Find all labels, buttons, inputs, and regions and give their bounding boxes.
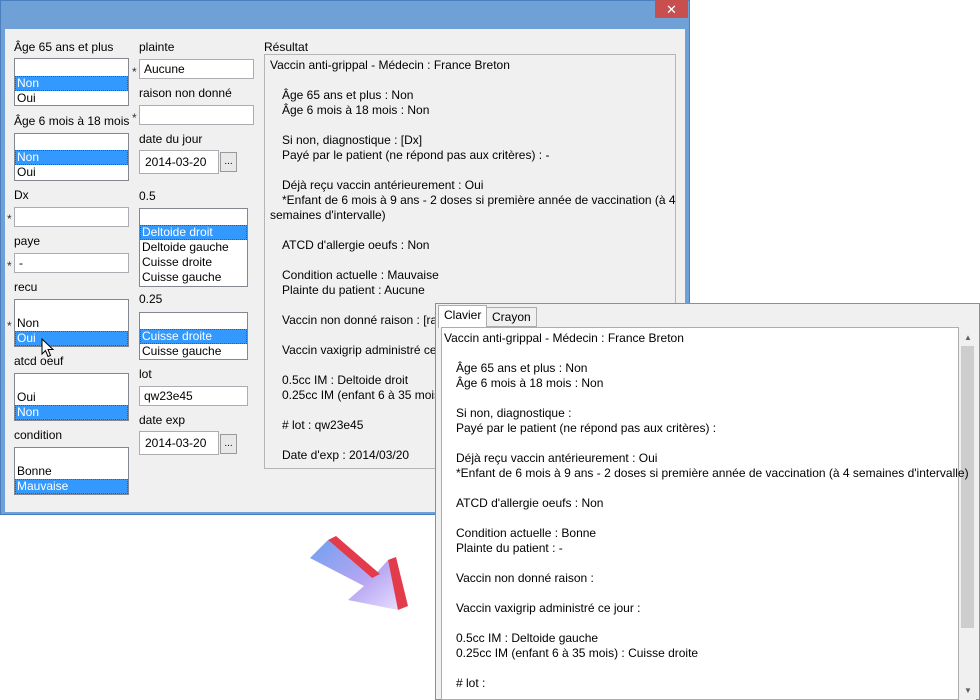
paye-label: paye [14, 234, 41, 248]
output-line: Payé par le patient (ne répond pas aux c… [456, 421, 717, 435]
result-line: Âge 65 ans et plus : Non [282, 88, 414, 102]
recu-listbox[interactable]: Non Oui [14, 299, 129, 347]
site025-label: 0.25 [139, 292, 163, 306]
output-line: Âge 6 mois à 18 mois : Non [456, 376, 604, 390]
site025-listbox[interactable]: Cuisse droite Cuisse gauche [139, 312, 248, 360]
recu-required-mark: * [7, 319, 12, 333]
result-label: Résultat [264, 40, 309, 54]
result-line: 0.5cc IM : Deltoide droit [282, 373, 409, 387]
date-exp-calendar-button[interactable]: ... [220, 434, 237, 454]
result-line: *Enfant de 6 mois à 9 ans - 2 doses si p… [282, 193, 676, 207]
age6-label: Âge 6 mois à 18 mois [14, 114, 130, 128]
date-jour-label: date du jour [139, 132, 203, 146]
atcd-listbox[interactable]: Oui Non [14, 373, 129, 421]
output-line: Vaccin non donné raison : [456, 571, 594, 585]
result-line: Plainte du patient : Aucune [282, 283, 425, 297]
lot-label: lot [139, 367, 152, 381]
scroll-down-icon[interactable]: ▼ [964, 686, 972, 695]
age6-option-oui[interactable]: Oui [15, 165, 128, 180]
output-line: # lot : [456, 676, 486, 690]
lot-input[interactable]: qw23e45 [139, 386, 248, 406]
plainte-label: plainte [139, 40, 175, 54]
output-line: Déjà reçu vaccin antérieurement : Oui [456, 451, 658, 465]
output-line: *Enfant de 6 mois à 9 ans - 2 doses si p… [456, 466, 969, 480]
site05-option-deltoide-gauche[interactable]: Deltoide gauche [140, 240, 247, 255]
site05-label: 0.5 [139, 189, 156, 203]
tab-crayon[interactable]: Crayon [486, 307, 537, 327]
dx-required-mark: * [7, 212, 12, 226]
date-jour-picker[interactable]: 2014-03-20 [139, 150, 219, 174]
output-line: 0.25cc IM (enfant 6 à 35 mois) : Cuisse … [456, 646, 699, 660]
scrollbar-thumb[interactable] [961, 346, 974, 628]
close-icon[interactable]: ✕ [655, 0, 688, 18]
raison-required-mark: * [132, 111, 137, 125]
scroll-up-icon[interactable]: ▲ [964, 333, 972, 342]
result-line: Déjà reçu vaccin antérieurement : Oui [282, 178, 484, 192]
condition-option-mauvaise[interactable]: Mauvaise [15, 479, 128, 494]
output-line: Vaccin vaxigrip administré ce jour : [456, 601, 641, 615]
output-line: Plainte du patient : - [456, 541, 563, 555]
atcd-label: atcd oeuf [14, 354, 64, 368]
age65-option-oui[interactable]: Oui [15, 91, 128, 106]
site05-option-deltoide-droit[interactable]: Deltoide droit [140, 225, 247, 240]
output-line: 0.5cc IM : Deltoide gauche [456, 631, 599, 645]
date-exp-label: date exp [139, 413, 186, 427]
result-line: semaines d'intervalle) [270, 208, 386, 222]
age6-option-non[interactable]: Non [15, 150, 128, 165]
result-line: ATCD d'allergie oeufs : Non [282, 238, 430, 252]
output-line: Âge 65 ans et plus : Non [456, 361, 588, 375]
result-line: Si non, diagnostique : [Dx] [282, 133, 423, 147]
condition-label: condition [14, 428, 63, 442]
site025-option-cuisse-droite[interactable]: Cuisse droite [140, 329, 247, 344]
result-line: Condition actuelle : Mauvaise [282, 268, 439, 282]
result-line: Vaccin vaxigrip administré ce [282, 343, 437, 357]
plainte-required-mark: * [132, 65, 137, 79]
site05-option-cuisse-gauche[interactable]: Cuisse gauche [140, 270, 247, 285]
site05-option-cuisse-droite[interactable]: Cuisse droite [140, 255, 247, 270]
plainte-input[interactable]: Aucune [139, 59, 254, 79]
output-line: Vaccin anti-grippal - Médecin : France B… [444, 331, 684, 345]
result-line: 0.25cc IM (enfant 6 à 35 mois [282, 388, 441, 402]
recu-option-oui[interactable]: Oui [15, 331, 128, 346]
raison-label: raison non donné [139, 86, 232, 100]
tab-clavier[interactable]: Clavier [438, 305, 488, 328]
condition-listbox[interactable]: Bonne Mauvaise [14, 447, 129, 495]
dx-input[interactable] [14, 207, 129, 227]
result-line: # lot : qw23e45 [282, 418, 364, 432]
paye-input[interactable]: - [14, 253, 129, 273]
result-line: Date d'exp : 2014/03/20 [282, 448, 410, 462]
age65-option-non[interactable]: Non [15, 76, 128, 91]
raison-input[interactable] [139, 105, 254, 125]
date-exp-picker[interactable]: 2014-03-20 [139, 431, 219, 455]
condition-option-bonne[interactable]: Bonne [15, 464, 128, 479]
output-line: ATCD d'allergie oeufs : Non [456, 496, 604, 510]
date-jour-calendar-button[interactable]: ... [220, 152, 237, 172]
result-line: Vaccin anti-grippal - Médecin : France B… [270, 58, 510, 72]
recu-label: recu [14, 280, 38, 294]
result-line: Payé par le patient (ne répond pas aux c… [282, 148, 550, 162]
age65-label: Âge 65 ans et plus [14, 40, 114, 54]
atcd-option-oui[interactable]: Oui [15, 390, 128, 405]
age65-listbox[interactable]: Non Oui [14, 58, 129, 106]
site05-listbox[interactable]: Deltoide droit Deltoide gauche Cuisse dr… [139, 208, 248, 287]
output-line: Condition actuelle : Bonne [456, 526, 597, 540]
result-line: Vaccin non donné raison : [ra [282, 313, 438, 327]
output-line: Si non, diagnostique : [456, 406, 572, 420]
transition-arrow-icon [310, 536, 408, 610]
age6-listbox[interactable]: Non Oui [14, 133, 129, 181]
site025-option-cuisse-gauche[interactable]: Cuisse gauche [140, 344, 247, 359]
atcd-option-non[interactable]: Non [15, 405, 128, 420]
paye-required-mark: * [7, 259, 12, 273]
dx-label: Dx [14, 188, 29, 202]
result-line: Âge 6 mois à 18 mois : Non [282, 103, 430, 117]
recu-option-non[interactable]: Non [15, 316, 128, 331]
